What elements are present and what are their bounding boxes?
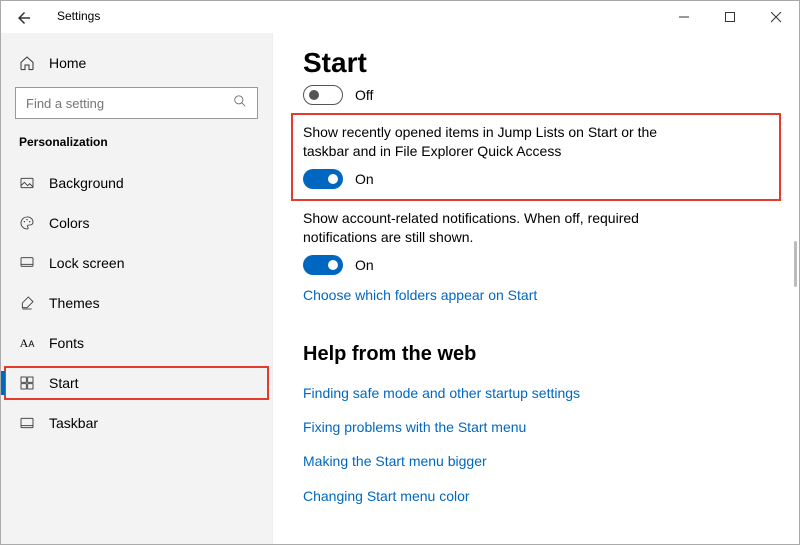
nav-themes[interactable]: Themes	[1, 283, 272, 323]
taskbar-icon	[19, 415, 35, 431]
nav-item-label: Fonts	[49, 335, 84, 351]
nav-item-label: Themes	[49, 295, 100, 311]
help-link[interactable]: Fixing problems with the Start menu	[303, 410, 769, 444]
sidebar-category-header: Personalization	[1, 129, 272, 163]
nav-background[interactable]: Background	[1, 163, 272, 203]
lockscreen-icon	[19, 255, 35, 271]
title-bar: Settings	[1, 1, 799, 33]
nav-lock-screen[interactable]: Lock screen	[1, 243, 272, 283]
sidebar: Home Personalization Background Colors L…	[1, 33, 273, 544]
palette-icon	[19, 215, 35, 231]
help-link[interactable]: Changing Start menu color	[303, 479, 769, 513]
scrollbar[interactable]	[794, 241, 797, 287]
maximize-button[interactable]	[707, 1, 753, 33]
window-title: Settings	[57, 9, 100, 23]
setting-jump-lists: Show recently opened items in Jump Lists…	[293, 115, 779, 199]
toggle-jump-lists-state: On	[355, 171, 374, 187]
setting-account-notifications: Show account-related notifications. When…	[303, 199, 769, 281]
link-choose-folders[interactable]: Choose which folders appear on Start	[303, 281, 769, 309]
themes-icon	[19, 295, 35, 311]
get-help-row[interactable]: ? Get help	[303, 541, 769, 544]
search-input[interactable]	[26, 96, 247, 111]
picture-icon	[19, 175, 35, 191]
maximize-icon	[725, 12, 735, 22]
nav-start[interactable]: Start	[1, 363, 272, 403]
toggle-account-notifications[interactable]	[303, 255, 343, 275]
minimize-button[interactable]	[661, 1, 707, 33]
nav-item-label: Background	[49, 175, 124, 191]
nav-item-label: Taskbar	[49, 415, 98, 431]
fonts-icon: AA	[19, 335, 35, 351]
main-content: Start Off Show recently opened items in …	[273, 33, 799, 544]
back-arrow-icon	[15, 9, 33, 27]
setting-account-notifications-label: Show account-related notifications. When…	[303, 209, 683, 255]
nav-item-label: Colors	[49, 215, 89, 231]
toggle-fullscreen-state: Off	[355, 87, 373, 103]
close-button[interactable]	[753, 1, 799, 33]
close-icon	[771, 12, 782, 23]
toggle-jump-lists[interactable]	[303, 169, 343, 189]
setting-jump-lists-label: Show recently opened items in Jump Lists…	[303, 123, 683, 169]
help-link[interactable]: Making the Start menu bigger	[303, 444, 769, 478]
minimize-icon	[679, 12, 689, 22]
nav-home[interactable]: Home	[1, 45, 272, 81]
help-header: Help from the web	[303, 309, 769, 376]
toggle-account-notifications-state: On	[355, 257, 374, 273]
back-button[interactable]	[15, 9, 33, 27]
nav-home-label: Home	[49, 55, 86, 71]
nav-item-label: Start	[49, 375, 79, 391]
nav-fonts[interactable]: AA Fonts	[1, 323, 272, 363]
start-icon	[19, 375, 35, 391]
search-icon	[233, 94, 247, 113]
search-box[interactable]	[15, 87, 258, 119]
home-icon	[19, 55, 35, 71]
nav-colors[interactable]: Colors	[1, 203, 272, 243]
nav-taskbar[interactable]: Taskbar	[1, 403, 272, 443]
page-title: Start	[303, 33, 769, 81]
help-link[interactable]: Finding safe mode and other startup sett…	[303, 376, 769, 410]
nav-item-label: Lock screen	[49, 255, 124, 271]
toggle-fullscreen[interactable]	[303, 85, 343, 105]
